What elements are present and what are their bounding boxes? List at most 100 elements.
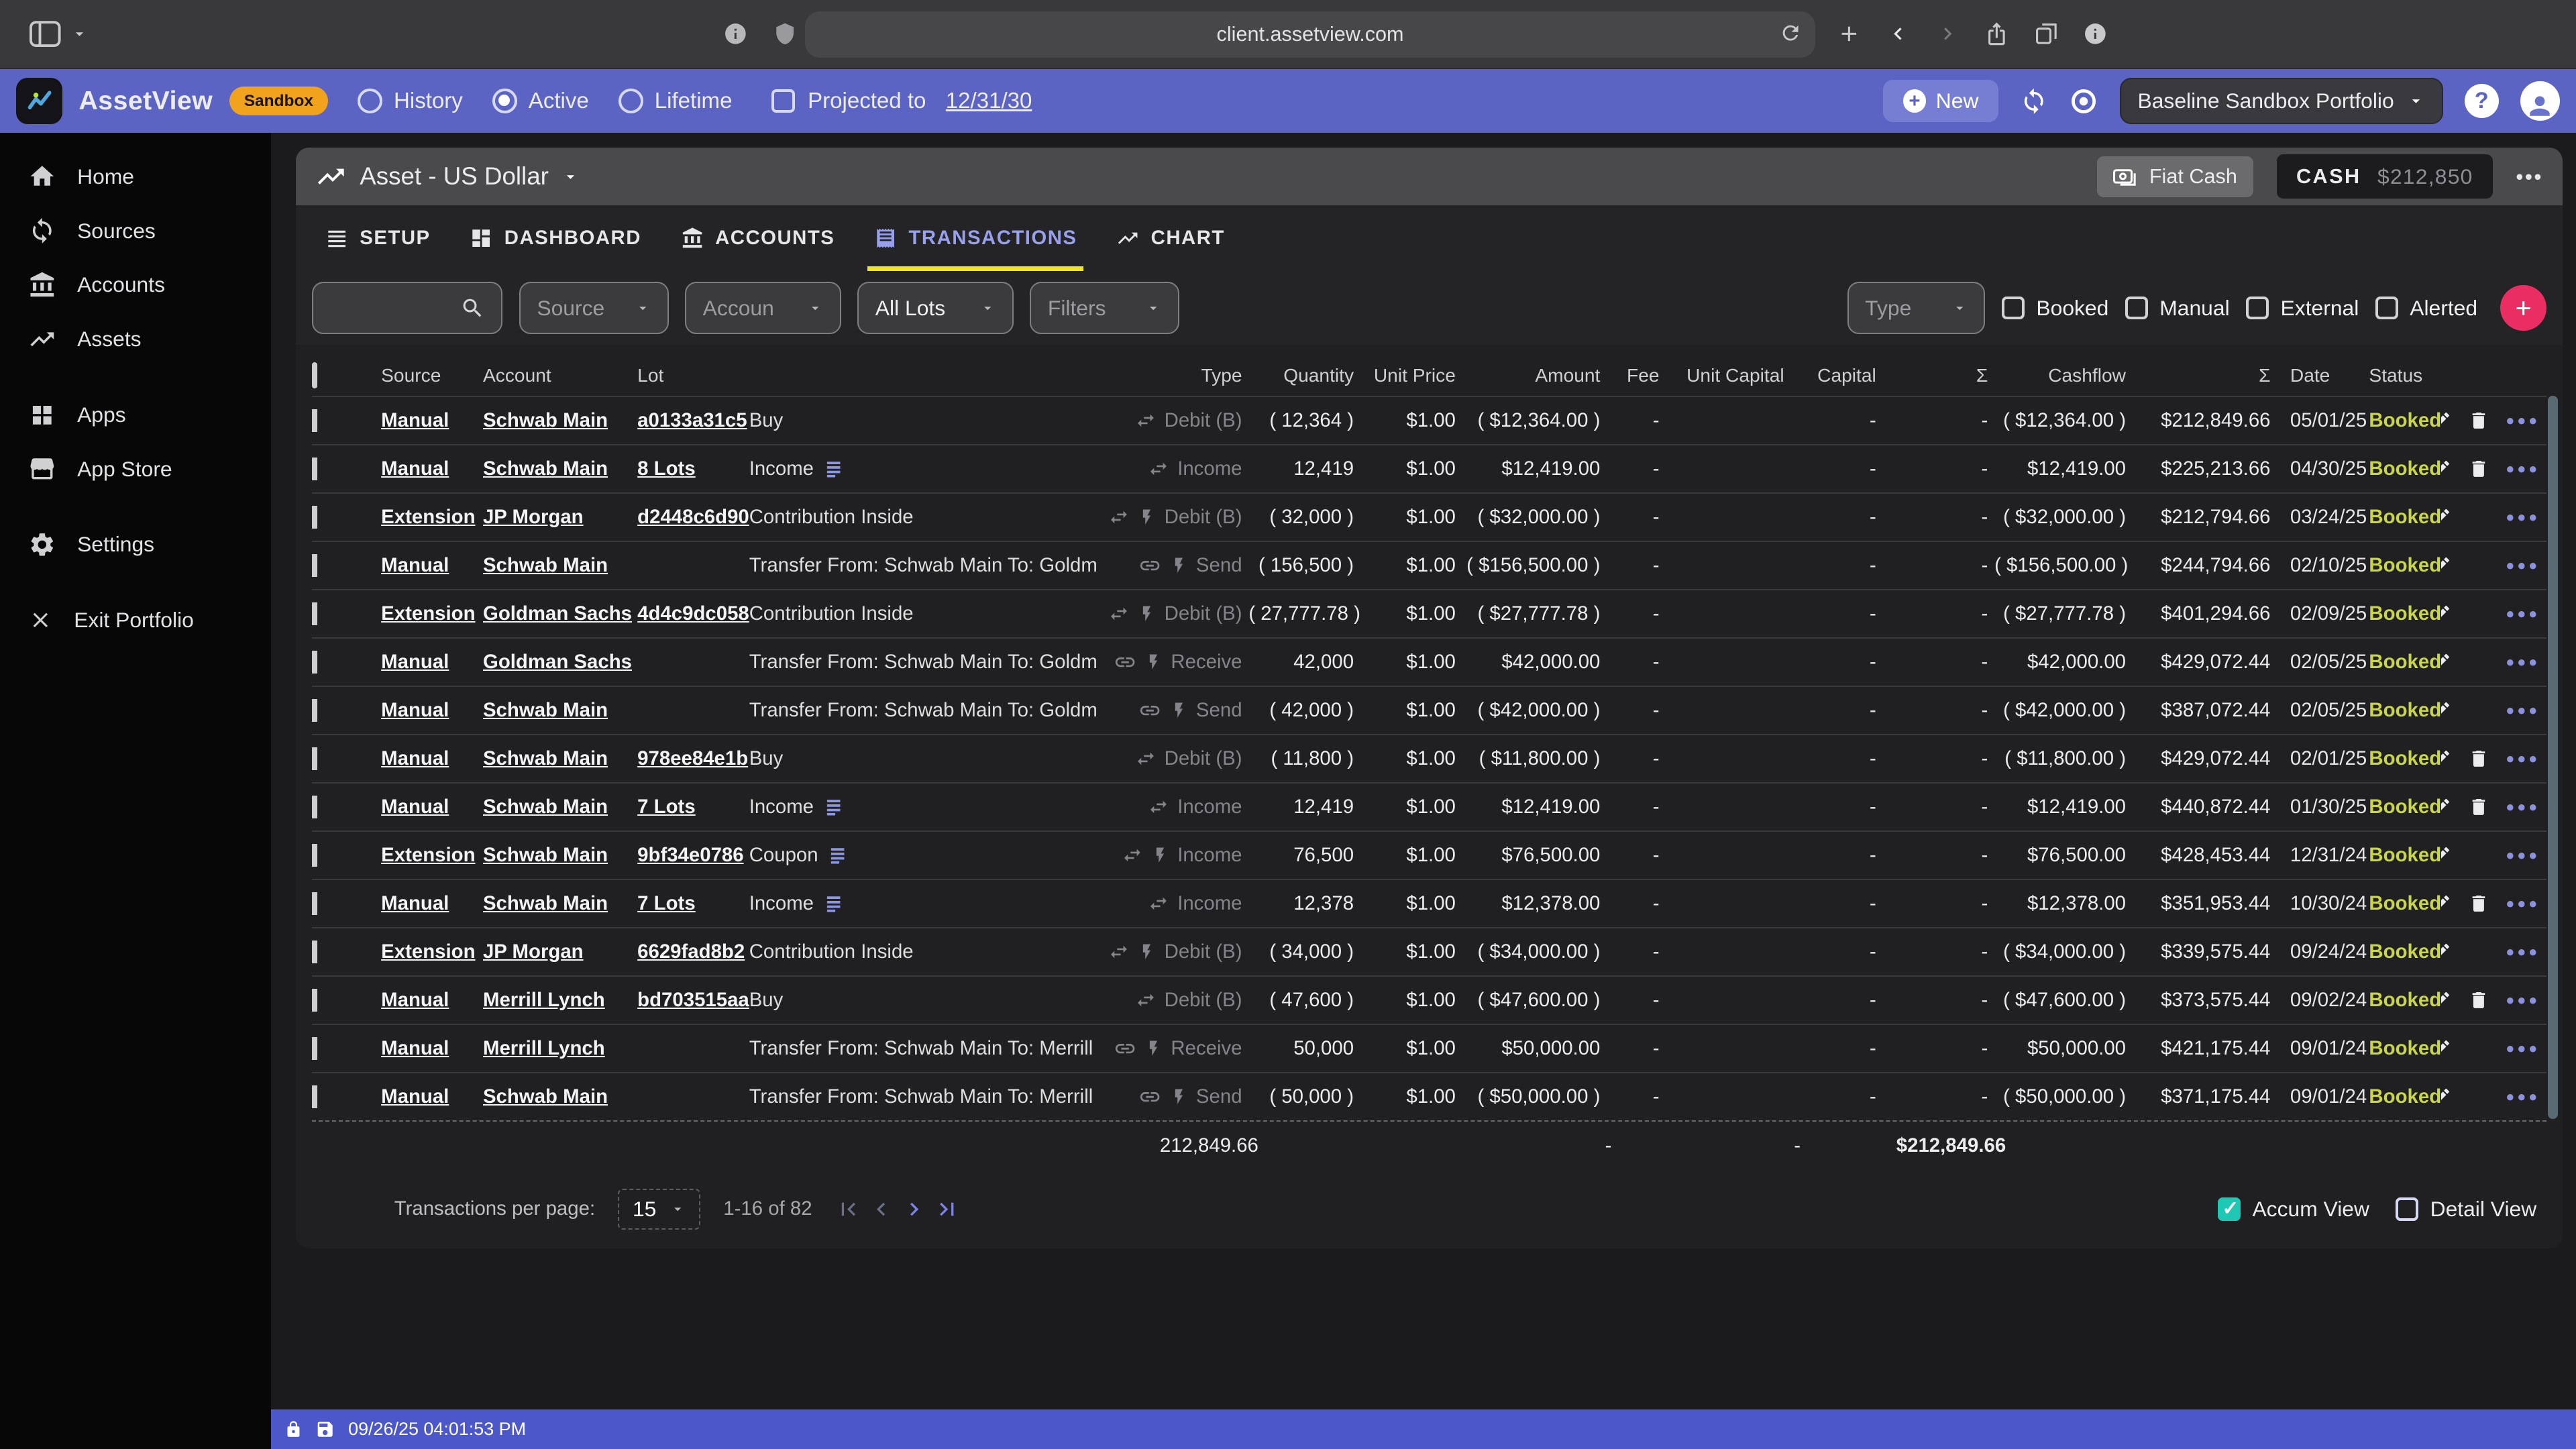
source-link[interactable]: Manual bbox=[381, 409, 449, 431]
sidebar-item-assets[interactable]: Assets bbox=[0, 312, 271, 366]
page-info-icon[interactable] bbox=[2083, 21, 2108, 46]
source-link[interactable]: Manual bbox=[381, 747, 449, 769]
accum-view-toggle[interactable]: Accum View bbox=[2218, 1197, 2369, 1222]
active-radio-icon[interactable] bbox=[492, 89, 517, 113]
more-button[interactable]: ●●● bbox=[2506, 895, 2540, 912]
tab-accounts[interactable]: ACCOUNTS bbox=[661, 205, 854, 271]
per-page-select[interactable]: 15 bbox=[618, 1189, 700, 1230]
more-button[interactable]: ●●● bbox=[2506, 460, 2540, 478]
history-radio-icon[interactable] bbox=[358, 89, 382, 113]
tab-chart[interactable]: CHART bbox=[1097, 205, 1244, 271]
more-button[interactable]: ●●● bbox=[2506, 605, 2540, 623]
more-button[interactable]: ●●● bbox=[2506, 847, 2540, 864]
lot-link[interactable]: d2448c6d90 bbox=[637, 506, 749, 528]
row-checkbox[interactable] bbox=[312, 409, 317, 432]
edit-button[interactable] bbox=[2441, 893, 2451, 914]
edit-button[interactable] bbox=[2441, 1038, 2451, 1059]
account-link[interactable]: JP Morgan bbox=[483, 506, 584, 528]
lifetime-radio-icon[interactable] bbox=[619, 89, 643, 113]
source-link[interactable]: Manual bbox=[381, 1085, 449, 1108]
lot-link[interactable]: a0133a31c5 bbox=[637, 409, 747, 431]
last-page-button[interactable] bbox=[934, 1196, 960, 1222]
booked-checkbox[interactable] bbox=[2002, 297, 2025, 319]
row-checkbox[interactable] bbox=[312, 1037, 317, 1060]
more-button[interactable]: ●●● bbox=[2506, 1040, 2540, 1057]
forward-icon[interactable] bbox=[1935, 21, 1960, 46]
filter-external[interactable]: External bbox=[2246, 296, 2359, 321]
edit-button[interactable] bbox=[2441, 1086, 2451, 1108]
row-checkbox[interactable] bbox=[312, 747, 317, 770]
toolbar-more-button[interactable]: ••• bbox=[2516, 164, 2543, 189]
more-button[interactable]: ●●● bbox=[2506, 653, 2540, 671]
source-link[interactable]: Extension bbox=[381, 506, 475, 528]
account-link[interactable]: JP Morgan bbox=[483, 941, 584, 963]
delete-button[interactable] bbox=[2468, 796, 2489, 818]
sidebar-item-sources[interactable]: Sources bbox=[0, 204, 271, 258]
sync-icon[interactable] bbox=[2020, 87, 2048, 115]
add-transaction-button[interactable]: + bbox=[2500, 285, 2546, 331]
more-button[interactable]: ●●● bbox=[2506, 702, 2540, 719]
sidebar-toggle-icon[interactable] bbox=[30, 21, 61, 47]
external-checkbox[interactable] bbox=[2246, 297, 2269, 319]
more-button[interactable]: ●●● bbox=[2506, 750, 2540, 767]
edit-button[interactable] bbox=[2441, 651, 2451, 673]
account-filter[interactable]: Accoun bbox=[685, 282, 841, 334]
delete-button[interactable] bbox=[2468, 989, 2489, 1011]
sidebar-item-accounts[interactable]: Accounts bbox=[0, 258, 271, 312]
next-page-button[interactable] bbox=[901, 1196, 927, 1222]
edit-button[interactable] bbox=[2441, 796, 2451, 818]
source-link[interactable]: Manual bbox=[381, 1037, 449, 1059]
row-checkbox[interactable] bbox=[312, 844, 317, 867]
lot-link[interactable]: 4d4c9dc058 bbox=[637, 602, 749, 625]
delete-button[interactable] bbox=[2468, 410, 2489, 431]
chevron-down-icon[interactable] bbox=[70, 25, 89, 43]
url-bar[interactable]: client.assetview.com bbox=[805, 11, 1815, 58]
alerted-checkbox[interactable] bbox=[2375, 297, 2398, 319]
source-link[interactable]: Manual bbox=[381, 554, 449, 576]
asset-title-dropdown[interactable]: Asset - US Dollar bbox=[315, 161, 580, 193]
lot-link[interactable]: 7 Lots bbox=[637, 892, 696, 914]
account-link[interactable]: Schwab Main bbox=[483, 796, 608, 818]
account-link[interactable]: Schwab Main bbox=[483, 844, 608, 866]
source-filter[interactable]: Source bbox=[519, 282, 669, 334]
table-scrollbar[interactable] bbox=[2548, 396, 2558, 1119]
edit-button[interactable] bbox=[2441, 700, 2451, 721]
row-checkbox[interactable] bbox=[312, 892, 317, 915]
row-checkbox[interactable] bbox=[312, 796, 317, 818]
fiat-cash-button[interactable]: Fiat Cash bbox=[2097, 156, 2254, 197]
row-checkbox[interactable] bbox=[312, 554, 317, 577]
edit-button[interactable] bbox=[2441, 989, 2451, 1011]
delete-button[interactable] bbox=[2468, 748, 2489, 769]
source-link[interactable]: Manual bbox=[381, 892, 449, 914]
source-link[interactable]: Manual bbox=[381, 796, 449, 818]
lots-list-icon[interactable] bbox=[828, 845, 847, 865]
edit-button[interactable] bbox=[2441, 941, 2451, 963]
avatar[interactable] bbox=[2520, 81, 2560, 121]
account-link[interactable]: Goldman Sachs bbox=[483, 651, 632, 673]
source-link[interactable]: Extension bbox=[381, 941, 475, 963]
account-link[interactable]: Schwab Main bbox=[483, 409, 608, 431]
source-link[interactable]: Extension bbox=[381, 602, 475, 625]
lot-link[interactable]: bd703515aa bbox=[637, 989, 749, 1011]
account-link[interactable]: Schwab Main bbox=[483, 747, 608, 769]
manual-checkbox[interactable] bbox=[2125, 297, 2148, 319]
tab-setup[interactable]: SETUP bbox=[306, 205, 450, 271]
row-checkbox[interactable] bbox=[312, 699, 317, 722]
lots-list-icon[interactable] bbox=[824, 459, 843, 478]
lot-link[interactable]: 9bf34e0786 bbox=[637, 844, 743, 866]
sidebar-item-home[interactable]: Home bbox=[0, 150, 271, 204]
filter-booked[interactable]: Booked bbox=[2002, 296, 2108, 321]
mode-history[interactable]: History bbox=[358, 89, 463, 114]
lots-list-icon[interactable] bbox=[824, 894, 843, 913]
row-checkbox[interactable] bbox=[312, 1085, 317, 1108]
edit-button[interactable] bbox=[2441, 458, 2451, 480]
lot-link[interactable]: 6629fad8b2 bbox=[637, 941, 745, 963]
source-link[interactable]: Manual bbox=[381, 651, 449, 673]
edit-button[interactable] bbox=[2441, 506, 2451, 528]
share-icon[interactable] bbox=[1984, 21, 2009, 46]
source-link[interactable]: Extension bbox=[381, 844, 475, 866]
row-checkbox[interactable] bbox=[312, 941, 317, 963]
edit-button[interactable] bbox=[2441, 555, 2451, 576]
privacy-shield-icon[interactable] bbox=[773, 21, 796, 46]
projected-to-control[interactable]: Projected to 12/31/30 bbox=[771, 89, 1032, 114]
